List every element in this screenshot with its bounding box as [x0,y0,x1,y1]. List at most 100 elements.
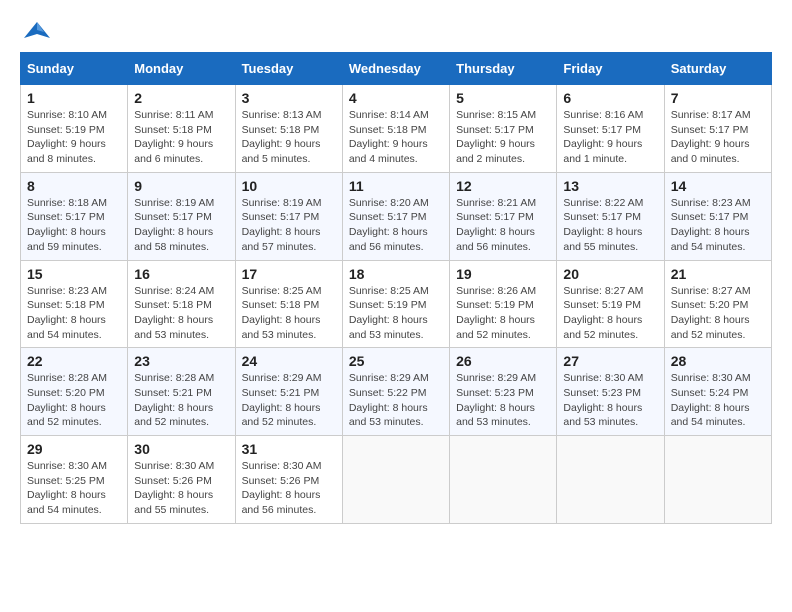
calendar-cell: 31 Sunrise: 8:30 AMSunset: 5:26 PMDayligh… [235,436,342,524]
day-info: Sunrise: 8:27 AMSunset: 5:19 PMDaylight:… [563,284,657,343]
day-info: Sunrise: 8:23 AMSunset: 5:17 PMDaylight:… [671,196,765,255]
day-number: 8 [27,178,121,194]
day-info: Sunrise: 8:18 AMSunset: 5:17 PMDaylight:… [27,196,121,255]
day-number: 29 [27,441,121,457]
calendar-table: Sunday Monday Tuesday Wednesday Thursday… [20,52,772,524]
page-header [20,20,772,42]
calendar-cell: 2 Sunrise: 8:11 AMSunset: 5:18 PMDaylight… [128,85,235,173]
day-info: Sunrise: 8:23 AMSunset: 5:18 PMDaylight:… [27,284,121,343]
day-number: 18 [349,266,443,282]
day-number: 9 [134,178,228,194]
calendar-cell: 15 Sunrise: 8:23 AMSunset: 5:18 PMDayligh… [21,260,128,348]
day-number: 28 [671,353,765,369]
header-monday: Monday [128,53,235,85]
day-number: 30 [134,441,228,457]
day-info: Sunrise: 8:27 AMSunset: 5:20 PMDaylight:… [671,284,765,343]
header-sunday: Sunday [21,53,128,85]
day-info: Sunrise: 8:30 AMSunset: 5:26 PMDaylight:… [134,459,228,518]
day-info: Sunrise: 8:21 AMSunset: 5:17 PMDaylight:… [456,196,550,255]
calendar-cell: 5 Sunrise: 8:15 AMSunset: 5:17 PMDaylight… [450,85,557,173]
day-number: 3 [242,90,336,106]
day-number: 21 [671,266,765,282]
day-number: 23 [134,353,228,369]
day-info: Sunrise: 8:15 AMSunset: 5:17 PMDaylight:… [456,108,550,167]
day-info: Sunrise: 8:10 AMSunset: 5:19 PMDaylight:… [27,108,121,167]
day-info: Sunrise: 8:17 AMSunset: 5:17 PMDaylight:… [671,108,765,167]
logo-icon [22,20,52,42]
day-number: 6 [563,90,657,106]
calendar-cell: 11Sunrise: 8:20 AMSunset: 5:17 PMDayligh… [342,172,449,260]
day-number: 2 [134,90,228,106]
day-number: 4 [349,90,443,106]
calendar-cell: 19 Sunrise: 8:26 AMSunset: 5:19 PMDayligh… [450,260,557,348]
day-info: Sunrise: 8:11 AMSunset: 5:18 PMDaylight:… [134,108,228,167]
day-number: 1 [27,90,121,106]
calendar-cell: 28 Sunrise: 8:30 AMSunset: 5:24 PMDayligh… [664,348,771,436]
calendar-cell [664,436,771,524]
calendar-cell: 24 Sunrise: 8:29 AMSunset: 5:21 PMDayligh… [235,348,342,436]
header-friday: Friday [557,53,664,85]
day-info: Sunrise: 8:30 AMSunset: 5:24 PMDaylight:… [671,371,765,430]
calendar-cell [342,436,449,524]
day-info: Sunrise: 8:19 AMSunset: 5:17 PMDaylight:… [242,196,336,255]
day-info: Sunrise: 8:14 AMSunset: 5:18 PMDaylight:… [349,108,443,167]
day-number: 13 [563,178,657,194]
day-number: 14 [671,178,765,194]
day-number: 10 [242,178,336,194]
day-info: Sunrise: 8:16 AMSunset: 5:17 PMDaylight:… [563,108,657,167]
day-info: Sunrise: 8:25 AMSunset: 5:18 PMDaylight:… [242,284,336,343]
day-info: Sunrise: 8:26 AMSunset: 5:19 PMDaylight:… [456,284,550,343]
day-info: Sunrise: 8:30 AMSunset: 5:26 PMDaylight:… [242,459,336,518]
calendar-cell: 14 Sunrise: 8:23 AMSunset: 5:17 PMDayligh… [664,172,771,260]
day-info: Sunrise: 8:30 AMSunset: 5:25 PMDaylight:… [27,459,121,518]
day-info: Sunrise: 8:29 AMSunset: 5:21 PMDaylight:… [242,371,336,430]
day-number: 25 [349,353,443,369]
day-number: 22 [27,353,121,369]
calendar-cell: 1 Sunrise: 8:10 AMSunset: 5:19 PMDaylight… [21,85,128,173]
calendar-cell [557,436,664,524]
day-number: 12 [456,178,550,194]
day-info: Sunrise: 8:13 AMSunset: 5:18 PMDaylight:… [242,108,336,167]
calendar-cell [450,436,557,524]
calendar-cell: 8 Sunrise: 8:18 AMSunset: 5:17 PMDaylight… [21,172,128,260]
day-info: Sunrise: 8:29 AMSunset: 5:22 PMDaylight:… [349,371,443,430]
day-number: 16 [134,266,228,282]
calendar-cell: 21 Sunrise: 8:27 AMSunset: 5:20 PMDayligh… [664,260,771,348]
calendar-cell: 13Sunrise: 8:22 AMSunset: 5:17 PMDayligh… [557,172,664,260]
calendar-cell: 3 Sunrise: 8:13 AMSunset: 5:18 PMDaylight… [235,85,342,173]
day-info: Sunrise: 8:24 AMSunset: 5:18 PMDaylight:… [134,284,228,343]
calendar-cell: 29 Sunrise: 8:30 AMSunset: 5:25 PMDayligh… [21,436,128,524]
calendar-cell: 10 Sunrise: 8:19 AMSunset: 5:17 PMDayligh… [235,172,342,260]
day-number: 19 [456,266,550,282]
calendar-cell: 25 Sunrise: 8:29 AMSunset: 5:22 PMDayligh… [342,348,449,436]
calendar-cell: 30 Sunrise: 8:30 AMSunset: 5:26 PMDayligh… [128,436,235,524]
calendar-cell: 17 Sunrise: 8:25 AMSunset: 5:18 PMDayligh… [235,260,342,348]
day-info: Sunrise: 8:28 AMSunset: 5:20 PMDaylight:… [27,371,121,430]
day-info: Sunrise: 8:28 AMSunset: 5:21 PMDaylight:… [134,371,228,430]
weekday-header-row: Sunday Monday Tuesday Wednesday Thursday… [21,53,772,85]
header-tuesday: Tuesday [235,53,342,85]
day-number: 31 [242,441,336,457]
calendar-cell: 18 Sunrise: 8:25 AMSunset: 5:19 PMDayligh… [342,260,449,348]
day-number: 7 [671,90,765,106]
calendar-cell: 26Sunrise: 8:29 AMSunset: 5:23 PMDayligh… [450,348,557,436]
day-number: 17 [242,266,336,282]
header-thursday: Thursday [450,53,557,85]
day-number: 24 [242,353,336,369]
day-info: Sunrise: 8:30 AMSunset: 5:23 PMDaylight:… [563,371,657,430]
day-info: Sunrise: 8:25 AMSunset: 5:19 PMDaylight:… [349,284,443,343]
calendar-cell: 23 Sunrise: 8:28 AMSunset: 5:21 PMDayligh… [128,348,235,436]
day-number: 11 [349,178,443,194]
day-number: 26 [456,353,550,369]
calendar-cell: 9 Sunrise: 8:19 AMSunset: 5:17 PMDaylight… [128,172,235,260]
header-saturday: Saturday [664,53,771,85]
day-number: 20 [563,266,657,282]
day-number: 27 [563,353,657,369]
day-info: Sunrise: 8:19 AMSunset: 5:17 PMDaylight:… [134,196,228,255]
day-number: 5 [456,90,550,106]
logo [20,20,54,42]
calendar-cell: 12 Sunrise: 8:21 AMSunset: 5:17 PMDayligh… [450,172,557,260]
calendar-cell: 27 Sunrise: 8:30 AMSunset: 5:23 PMDayligh… [557,348,664,436]
calendar-cell: 6 Sunrise: 8:16 AMSunset: 5:17 PMDaylight… [557,85,664,173]
day-number: 15 [27,266,121,282]
